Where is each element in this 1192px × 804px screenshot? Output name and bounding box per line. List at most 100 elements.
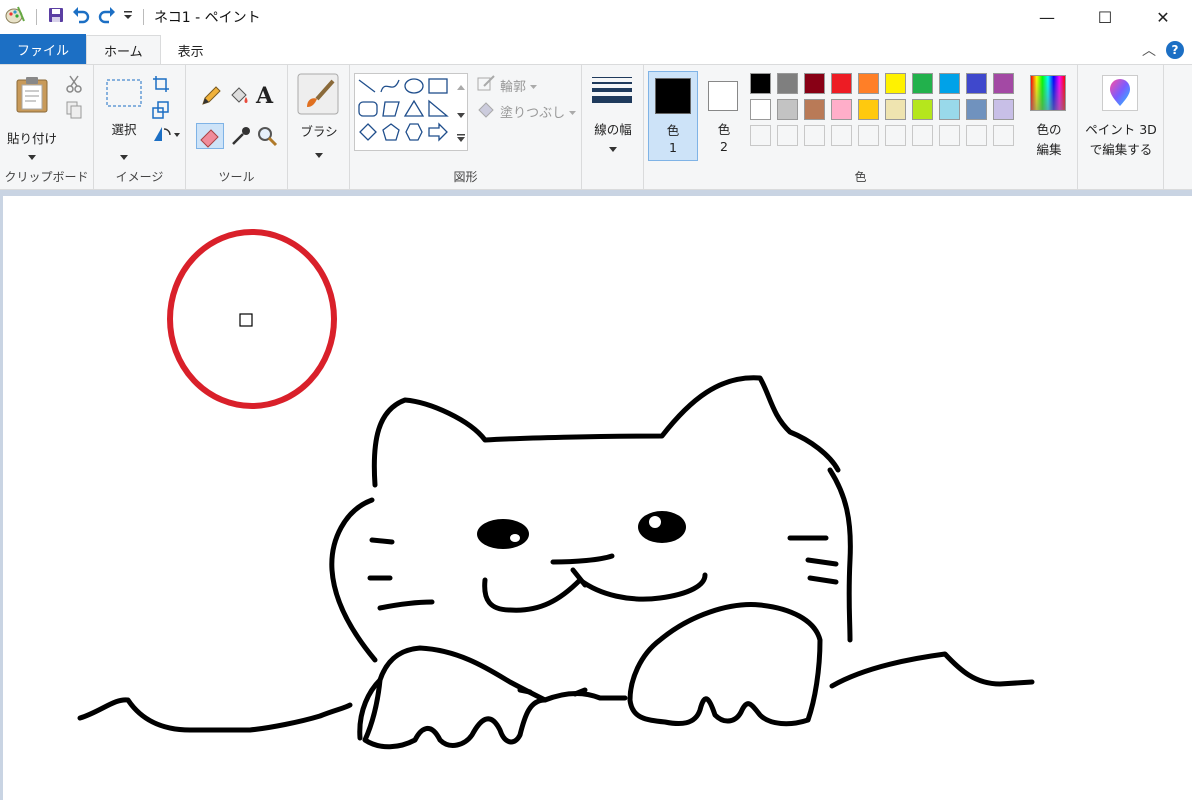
custom-color-slot[interactable] (885, 125, 906, 146)
right-arrow-shape-icon[interactable] (428, 122, 448, 142)
hexagon-shape-icon[interactable] (405, 123, 423, 141)
help-button[interactable]: ? (1166, 41, 1184, 59)
oval-shape-icon[interactable] (404, 78, 424, 94)
paste-dropdown-icon[interactable] (28, 149, 36, 164)
color2-button[interactable]: 色 2 (702, 71, 746, 161)
pentagon-shape-icon[interactable] (382, 123, 400, 141)
maximize-button[interactable]: ☐ (1076, 0, 1134, 34)
rotate-icon[interactable] (152, 125, 180, 147)
color-swatch[interactable] (885, 73, 906, 94)
diamond-shape-icon[interactable] (359, 123, 377, 141)
brush-button[interactable]: ブラシ (292, 71, 346, 158)
color-swatch[interactable] (750, 99, 771, 120)
paste-label: 貼り付け (6, 131, 57, 146)
fill-button[interactable]: 塗りつぶし (476, 101, 577, 121)
color-swatch[interactable] (804, 99, 825, 120)
select-button[interactable]: 選択 (102, 73, 146, 160)
edit-colors-button[interactable]: 色の 編集 (1024, 71, 1074, 161)
fill-label: 塗りつぶし (500, 105, 566, 121)
close-button[interactable]: ✕ (1134, 0, 1192, 34)
fill-bucket-icon[interactable] (228, 85, 250, 111)
custom-color-slot[interactable] (993, 125, 1014, 146)
custom-color-slot[interactable] (912, 125, 933, 146)
rectangle-shape-icon[interactable] (428, 78, 448, 94)
size-dropdown-icon[interactable] (609, 141, 617, 156)
paint-app-icon[interactable] (4, 5, 26, 29)
size-button[interactable]: 線の幅 (586, 73, 640, 157)
text-icon[interactable]: A (256, 83, 273, 109)
select-label: 選択 (111, 122, 137, 137)
copy-icon[interactable] (66, 101, 82, 123)
brush-dropdown-icon[interactable] (315, 147, 323, 162)
custom-color-slot[interactable] (939, 125, 960, 146)
paste-button[interactable]: 貼り付け (4, 73, 60, 160)
color-swatch[interactable] (885, 99, 906, 120)
triangle-shape-icon[interactable] (403, 99, 425, 117)
color-swatch[interactable] (966, 99, 987, 120)
color-swatch[interactable] (804, 73, 825, 94)
redo-icon[interactable] (97, 6, 117, 28)
color-swatch[interactable] (993, 73, 1014, 94)
custom-color-slot[interactable] (777, 125, 798, 146)
color-swatch[interactable] (858, 99, 879, 120)
edit-with-paint3d-button[interactable]: ペイント 3D で編集する (1080, 71, 1162, 161)
color-palette (750, 73, 1022, 153)
color-swatch[interactable] (831, 73, 852, 94)
custom-color-slot[interactable] (804, 125, 825, 146)
rounded-rectangle-shape-icon[interactable] (358, 101, 378, 117)
cat-outline (77, 375, 1035, 750)
collapse-ribbon-icon[interactable]: ︿ (1142, 40, 1156, 60)
line-shape-icon[interactable] (358, 79, 376, 93)
color-swatch[interactable] (777, 73, 798, 94)
tab-view[interactable]: 表示 (161, 36, 221, 64)
color-picker-icon[interactable] (230, 125, 252, 151)
save-icon[interactable] (47, 6, 65, 28)
color-swatch[interactable] (939, 99, 960, 120)
resize-icon[interactable] (152, 101, 170, 123)
scroll-down-icon[interactable] (457, 107, 465, 122)
fill-dropdown-icon (569, 104, 577, 119)
curve-shape-icon[interactable] (380, 79, 400, 93)
outline-icon (476, 74, 496, 96)
custom-color-slot[interactable] (750, 125, 771, 146)
outline-button[interactable]: 輪郭 (476, 74, 538, 96)
scroll-up-icon[interactable] (457, 79, 465, 94)
polygon-shape-icon[interactable] (382, 101, 400, 117)
custom-color-slot[interactable] (858, 125, 879, 146)
cut-icon[interactable] (66, 75, 82, 97)
crop-icon[interactable] (152, 75, 170, 97)
tab-home[interactable]: ホーム (86, 35, 161, 64)
color-swatch[interactable] (912, 73, 933, 94)
minimize-button[interactable]: — (1018, 0, 1076, 34)
title-bar: ネコ1 - ペイント — ☐ ✕ (0, 0, 1192, 34)
undo-icon[interactable] (71, 6, 91, 28)
color-swatch[interactable] (777, 99, 798, 120)
expand-gallery-icon[interactable] (457, 131, 465, 146)
tab-file[interactable]: ファイル (0, 34, 87, 64)
color-swatch[interactable] (993, 99, 1014, 120)
color1-button[interactable]: 色 1 (648, 71, 698, 161)
color-swatch[interactable] (912, 99, 933, 120)
outline-dropdown-icon (530, 78, 538, 93)
color-swatch[interactable] (858, 73, 879, 94)
color-swatch[interactable] (939, 73, 960, 94)
color2-label-top: 色 (717, 122, 731, 137)
magnifier-icon[interactable] (256, 125, 278, 151)
color-swatch[interactable] (750, 73, 771, 94)
customize-qat-icon[interactable] (123, 8, 133, 26)
custom-color-slot[interactable] (831, 125, 852, 146)
right-eye-highlight (649, 516, 661, 528)
color-swatch[interactable] (831, 99, 852, 120)
shapes-gallery[interactable] (354, 73, 468, 151)
right-triangle-shape-icon[interactable] (428, 99, 449, 117)
clipboard-icon (14, 75, 50, 117)
drawing-canvas[interactable] (3, 196, 1192, 800)
shapes-scrollbar[interactable] (454, 73, 468, 151)
size-label: 線の幅 (594, 122, 632, 137)
shapes-group-label: 図形 (453, 170, 478, 184)
custom-color-slot[interactable] (966, 125, 987, 146)
pencil-icon[interactable] (200, 85, 222, 111)
select-dropdown-icon[interactable] (120, 149, 128, 164)
color-swatch[interactable] (966, 73, 987, 94)
eraser-icon[interactable] (196, 123, 224, 149)
